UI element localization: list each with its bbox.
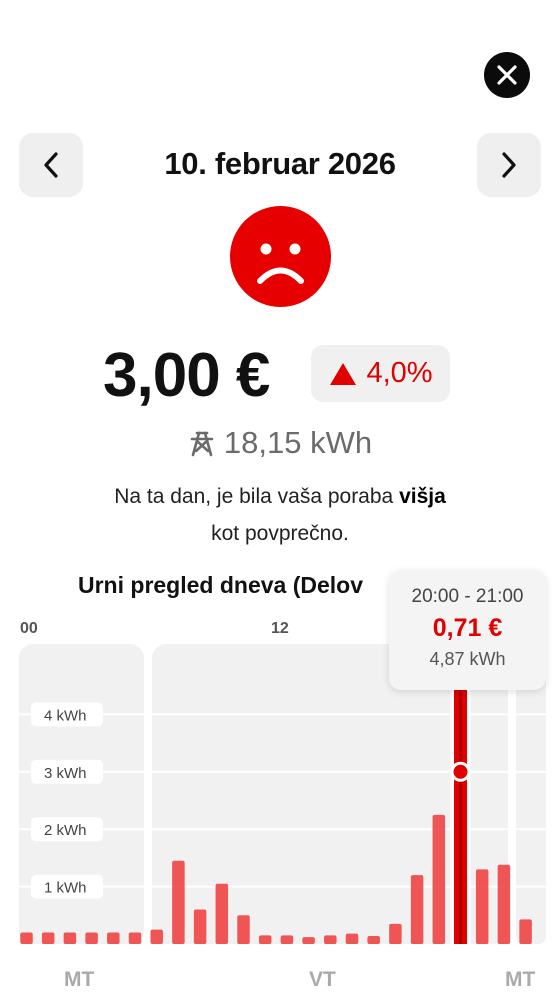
- selected-hour-tooltip: 20:00 - 21:00 0,71 € 4,87 kWh: [389, 570, 546, 690]
- chart-bar: [367, 935, 380, 944]
- chart-bar: [280, 935, 294, 944]
- tooltip-kwh: 4,87 kWh: [429, 649, 506, 669]
- chart-bar: [85, 932, 98, 944]
- day-panel-previous: [19, 644, 144, 944]
- chart-bar: [41, 932, 55, 944]
- chart-bar: [324, 935, 337, 944]
- day-label-mt: MT: [64, 968, 95, 991]
- ytick-label: 3 kWh: [44, 765, 87, 782]
- day-label-vt: VT: [309, 968, 336, 991]
- chart-bar: [475, 869, 489, 944]
- hourly-chart[interactable]: 1 kWh 2 kWh 3 kWh 4 kWh: [0, 0, 560, 1004]
- chart-bar: [20, 932, 33, 944]
- chart-bar: [107, 932, 120, 944]
- chart-bar: [258, 935, 272, 944]
- chart-bar: [63, 932, 77, 944]
- chart-bar: [302, 937, 315, 944]
- ytick-label: 4 kWh: [44, 707, 87, 724]
- chart-bar: [215, 883, 229, 944]
- tooltip-time: 20:00 - 21:00: [411, 586, 524, 607]
- chart-bar: [172, 860, 185, 944]
- chart-bar: [432, 814, 446, 944]
- tooltip-price: 0,71 €: [432, 614, 503, 642]
- chart-bar: [497, 864, 511, 944]
- chart-bar: [345, 933, 359, 944]
- ytick-label: 2 kWh: [44, 822, 87, 839]
- chart-bar: [519, 919, 532, 944]
- chart-bar: [237, 915, 250, 944]
- chart-bar: [150, 929, 163, 944]
- chart-bar: [128, 932, 142, 944]
- chart-bar: [410, 875, 424, 944]
- day-label-mt-next: MT: [505, 968, 536, 991]
- chart-bar: [389, 923, 402, 944]
- chart-bar: [193, 909, 207, 944]
- ytick-label: 1 kWh: [44, 880, 87, 897]
- selected-point: [453, 764, 468, 779]
